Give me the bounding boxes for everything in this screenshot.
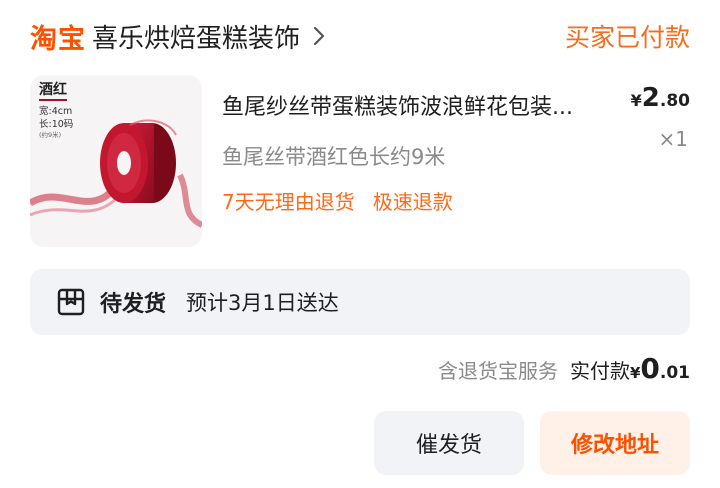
service-tags: 7天无理由退货 极速退款 [222,186,453,215]
return-service-note: 含退货宝服务 [437,359,558,383]
shipping-status-bar[interactable]: 待发货 预计3月1日送达 [30,269,690,335]
thumbnail-title: 酒红 [39,83,67,101]
payment-summary: 含退货宝服务 实付款 ¥0.01 [438,352,690,385]
shipping-eta: 预计3月1日送达 [186,291,339,315]
store-header[interactable]: 淘宝 喜乐烘焙蛋糕装饰 买家已付款 [30,14,690,58]
change-address-button[interactable]: 修改地址 [540,411,690,475]
price-integer: 2 [641,83,660,113]
tag-return-7days: 7天无理由退货 [222,190,355,214]
price-decimal: .80 [659,91,690,111]
product-item[interactable]: 酒红 宽:4cm 长:10码 (约9米) 鱼尾纱丝带蛋糕装饰波浪鲜花包装... … [30,75,690,247]
paid-decimal: .01 [659,363,690,383]
paid-label: 实付款 [569,359,630,383]
store-name[interactable]: 喜乐烘焙蛋糕装饰 [92,18,300,55]
paid-integer: 0 [640,352,660,385]
thumbnail-spec-length: 长:10码 [39,118,74,130]
price-currency: ¥ [630,91,642,110]
thumbnail-spec-width: 宽:4cm [39,106,73,117]
chevron-right-icon[interactable] [308,25,330,47]
package-icon [56,287,86,317]
urge-shipping-button[interactable]: 催发货 [374,411,524,475]
thumbnail-spec-note: (约9米) [39,131,62,139]
taobao-logo: 淘宝 [30,23,86,55]
paid-currency: ¥ [629,364,641,382]
tag-fast-refund: 极速退款 [372,190,453,214]
order-status: 买家已付款 [564,23,690,52]
product-thumbnail[interactable]: 酒红 宽:4cm 长:10码 (约9米) [30,75,202,247]
product-sku: 鱼尾丝带酒红色长约9米 [222,145,446,169]
shipping-status: 待发货 [100,292,167,317]
product-title[interactable]: 鱼尾纱丝带蛋糕装饰波浪鲜花包装... [222,89,617,121]
product-quantity: ×1 [658,127,688,151]
product-price: ¥2.80 [631,83,690,113]
